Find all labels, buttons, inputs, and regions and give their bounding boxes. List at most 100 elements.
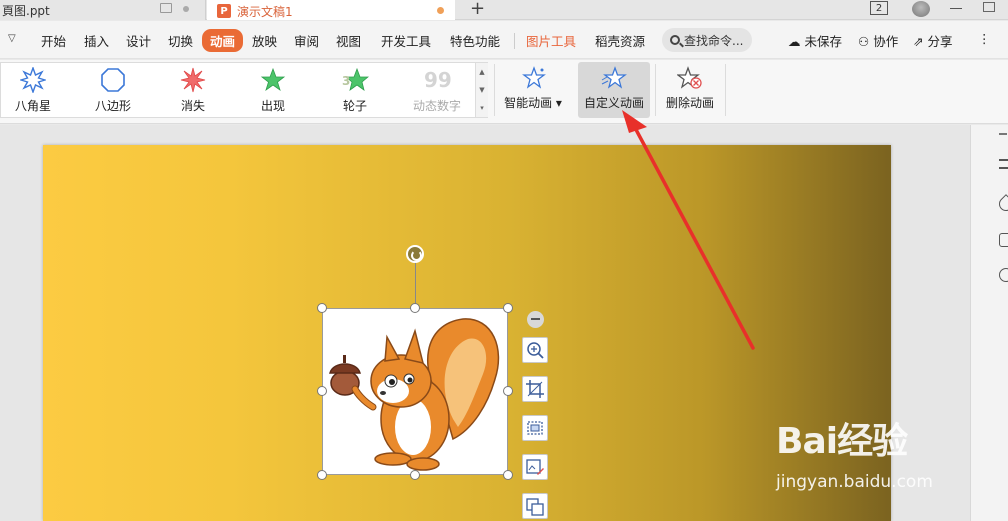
unsaved-status[interactable]: ☁ 未保存 [788,31,842,50]
ribbon-divider [725,64,726,116]
selected-picture[interactable] [322,308,508,475]
presentation-logo-icon: P [217,4,231,18]
collab-button[interactable]: ⚇ 协作 [858,31,898,50]
tab-label: 頁图.ppt [2,3,50,18]
animation-pane-icon[interactable] [996,194,1008,214]
gallery-scrollbar[interactable]: ▲ ▼ ▾ [475,63,488,117]
search-icon [670,35,680,45]
resize-handle-top[interactable] [410,303,420,313]
crop-icon [526,380,544,398]
menu-item-transition[interactable]: 切换 [168,31,193,50]
gallery-label: 动态数字 [412,99,461,113]
minimize-icon[interactable] [950,8,962,9]
custom-animation-label: 自定义动画 [583,96,644,110]
octagon-icon [101,68,125,92]
delete-animation-label: 删除动画 [665,96,714,110]
gallery-item-octagram[interactable]: 八角星 [0,63,73,119]
menu-item-insert[interactable]: 插入 [84,31,109,50]
zoom-picture-button[interactable] [522,337,548,363]
frame-select-icon [527,421,543,435]
gallery-label: 八角星 [14,99,51,113]
gallery-item-wheel[interactable]: 3 轮子 [315,63,395,119]
gallery-item-disappear[interactable]: 消失 [153,63,233,119]
svg-text:3: 3 [342,74,350,88]
gallery-label: 轮子 [342,99,367,113]
app-window: 頁图.ppt P 演示文稿1 + 2 ▽ 开始 插入 设计 切换 动画 放映 审… [0,0,1008,521]
menu-item-home[interactable]: 开始 [41,31,66,50]
tab-document-2[interactable]: P 演示文稿1 [207,0,455,20]
menu-item-design[interactable]: 设计 [126,31,151,50]
custom-animation-button[interactable]: 自定义动画 [578,62,650,118]
menu-item-view[interactable]: 视图 [336,31,361,50]
gallery-label: 出现 [260,99,285,113]
right-task-pane [970,125,1008,521]
smart-animation-label: 智能动画 ▾ [504,96,562,110]
user-avatar[interactable] [912,1,930,17]
resize-handle-bottom[interactable] [410,470,420,480]
wheel-icon: 3 [342,67,369,91]
ribbon-divider [494,64,495,116]
image-convert-icon [526,498,544,516]
gallery-item-dynamic-number[interactable]: 99 动态数字 [397,63,477,119]
menu-bar: ▽ 开始 插入 设计 切换 动画 放映 审阅 视图 开发工具 特色功能 图片工具… [0,21,1008,59]
resize-handle-bottom-right[interactable] [503,470,513,480]
more-options-icon[interactable]: ⋮ [978,31,991,46]
menu-item-daoke[interactable]: 稻壳资源 [595,31,645,50]
resize-handle-left[interactable] [317,386,327,396]
help-icon[interactable] [999,268,1008,282]
tab-label: 演示文稿1 [237,4,293,19]
resize-handle-top-right[interactable] [503,303,513,313]
ribbon-divider [655,64,656,116]
delete-star-icon [677,66,702,89]
menu-item-features[interactable]: 特色功能 [450,31,500,50]
gallery-label: 八边形 [94,99,131,113]
share-button[interactable]: ⇗ 分享 [913,31,952,50]
burst-star-icon [180,67,206,93]
collab-label: 协作 [873,34,899,49]
status-dot-icon [183,6,189,12]
number-99-icon: 99 [424,68,451,92]
menu-item-animation[interactable]: 动画 [202,29,244,52]
collapse-toolbar-icon[interactable] [527,311,544,328]
custom-animation-star-icon [601,66,627,89]
crop-picture-button[interactable] [522,376,548,402]
zoom-in-icon [527,342,544,359]
octagram-star-icon [20,67,46,93]
star-sparkle-icon [522,66,546,89]
maximize-icon[interactable] [983,2,995,12]
comment-icon[interactable] [999,233,1008,247]
menu-item-developer[interactable]: 开发工具 [381,31,431,50]
watermark-url: jingyan.baidu.com [776,472,933,492]
gallery-item-octagon[interactable]: 八边形 [73,63,153,119]
picture-more-button[interactable] [522,493,548,519]
rotate-handle-icon[interactable] [406,245,424,263]
squirrel-image [329,318,500,471]
menu-divider [514,33,515,49]
window-count-badge[interactable]: 2 [870,1,888,15]
monitor-icon[interactable] [160,3,172,13]
share-label: 分享 [927,34,953,49]
smart-animation-button[interactable]: 智能动画 ▾ [500,62,566,118]
unsaved-label: 未保存 [804,34,842,49]
tab-bar: 頁图.ppt P 演示文稿1 + 2 [0,0,1008,20]
chevron-down-icon[interactable]: ▽ [8,33,16,44]
menu-item-slideshow[interactable]: 放映 [252,31,277,50]
command-search[interactable]: 查找命令... [662,28,752,52]
settings-sliders-icon[interactable] [999,159,1008,169]
gallery-item-appear[interactable]: 出现 [233,63,313,119]
picture-frame-button[interactable] [522,415,548,441]
tab-document-1[interactable]: 頁图.ppt [0,0,206,20]
menu-item-picture-tools[interactable]: 图片工具 [526,31,576,50]
new-tab-plus-icon[interactable]: + [470,0,485,19]
resize-handle-top-left[interactable] [317,303,327,313]
pane-collapse-icon[interactable] [999,133,1007,135]
baidu-watermark: Bai经验 jingyan.baidu.com [776,412,966,502]
resize-handle-right[interactable] [503,386,513,396]
picture-effect-button[interactable] [522,454,548,480]
svg-text:99: 99 [424,68,451,92]
resize-handle-bottom-left[interactable] [317,470,327,480]
animation-ribbon: 八角星 八边形 消失 出现 3 轮子 99 动态数字 ▲ ▼ ▾ 智能动画 ▾ … [0,60,1008,124]
unsaved-dot-icon [437,7,444,14]
delete-animation-button[interactable]: 删除动画 [660,62,720,118]
menu-item-review[interactable]: 审阅 [294,31,319,50]
